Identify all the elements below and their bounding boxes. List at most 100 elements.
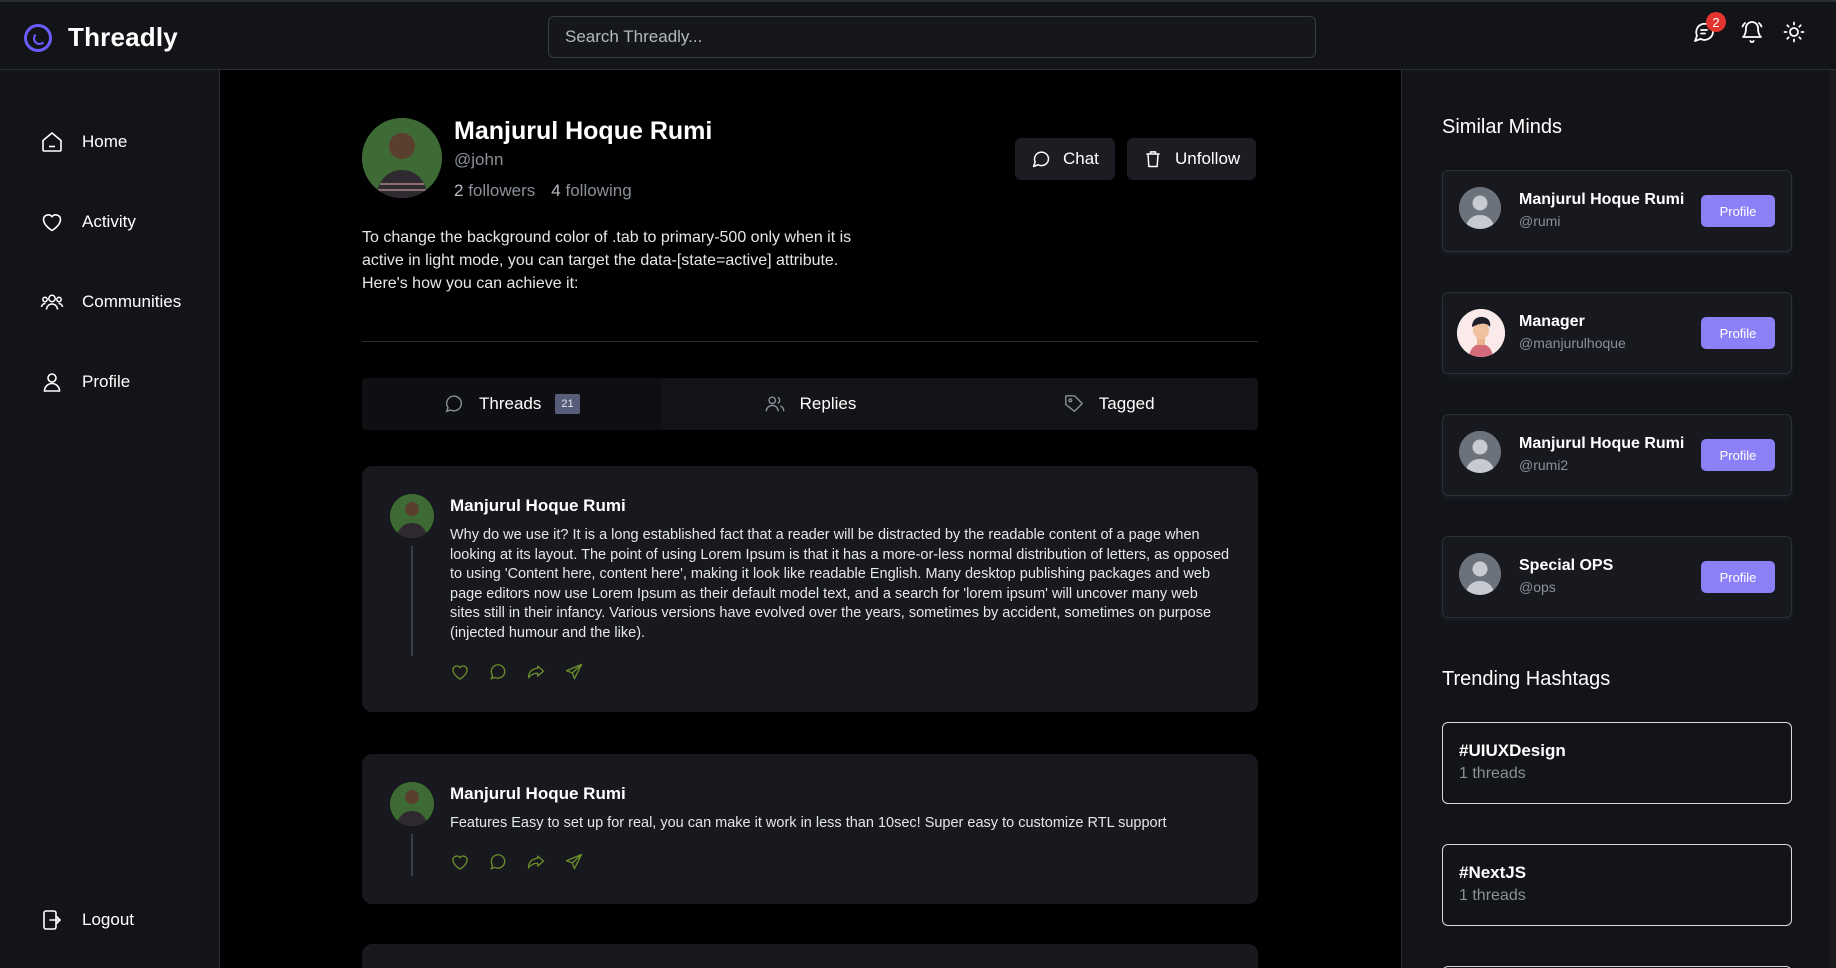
- top-icons: 2: [1692, 12, 1806, 44]
- logout-label: Logout: [82, 910, 134, 929]
- thread-author-avatar[interactable]: [390, 494, 434, 538]
- left-sidebar: Home Activity Communities Profile Logout: [0, 70, 220, 968]
- thread-icon: [445, 395, 463, 413]
- hashtag-name: #NextJS: [1459, 863, 1527, 882]
- heart-icon: [42, 214, 62, 232]
- similar-minds-title: Similar Minds: [1442, 116, 1563, 138]
- user-name: Manjurul Hoque Rumi: [1519, 191, 1685, 208]
- threads-count-badge: 21: [555, 394, 580, 414]
- nav-item-communities[interactable]: Communities: [40, 290, 181, 314]
- nav-item-label: Communities: [82, 292, 182, 311]
- thread-line: [411, 834, 413, 876]
- profile-avatar: [362, 118, 442, 198]
- reply-icon[interactable]: [488, 852, 508, 872]
- user-name: Special OPS: [1519, 557, 1614, 574]
- thread-author[interactable]: Manjurul Hoque Rumi: [450, 496, 626, 516]
- view-profile-button[interactable]: Profile: [1701, 561, 1775, 593]
- thread-actions: [450, 662, 584, 682]
- profile-stats: 2 followers 4 following: [454, 181, 632, 201]
- thread-author-avatar[interactable]: [390, 782, 434, 826]
- followers-label: followers: [468, 181, 536, 200]
- view-profile-button[interactable]: Profile: [1701, 195, 1775, 227]
- thread-text: Why do we use it? It is a long establish…: [450, 527, 1230, 641]
- right-sidebar: Similar Minds Manjurul Hoque Rumi @rumi …: [1401, 70, 1836, 968]
- thread-card[interactable]: Manjurul Hoque Rumi Features Easy to set…: [362, 754, 1258, 904]
- profile-name: Manjurul Hoque Rumi: [454, 117, 713, 145]
- logout-icon: [43, 910, 61, 930]
- nav-item-home[interactable]: Home: [40, 130, 127, 154]
- scrollbar[interactable]: [1830, 70, 1836, 968]
- user-name: Manjurul Hoque Rumi: [1519, 435, 1685, 452]
- user-handle: @rumi: [1519, 213, 1561, 229]
- repost-icon[interactable]: [526, 852, 546, 872]
- default-avatar-icon: [1459, 431, 1501, 473]
- brand[interactable]: Threadly: [24, 22, 178, 53]
- following-stat[interactable]: 4 following: [551, 181, 631, 201]
- divider: [362, 341, 1258, 342]
- logout-button[interactable]: Logout: [40, 908, 134, 932]
- user-handle: @manjurulhoque: [1519, 335, 1626, 351]
- chat-button[interactable]: Chat: [1015, 138, 1115, 180]
- thread-text: Features Easy to set up for real, you ca…: [450, 815, 1167, 831]
- user-handle: @ops: [1519, 579, 1556, 595]
- profile-handle: @john: [454, 150, 504, 169]
- following-count: 4: [551, 181, 561, 200]
- user-name: Manager: [1519, 313, 1585, 330]
- search-input[interactable]: [548, 16, 1316, 58]
- tag-icon: [1064, 395, 1083, 413]
- followers-stat[interactable]: 2 followers: [454, 181, 535, 201]
- user-card: Manjurul Hoque Rumi @rumi2 Profile: [1442, 414, 1792, 496]
- like-icon[interactable]: [450, 852, 470, 872]
- thread-card[interactable]: Manjurul Hoque Rumi Why do we use it? It…: [362, 466, 1258, 712]
- nav-item-label: Activity: [82, 212, 136, 231]
- nav-item-label: Profile: [82, 372, 131, 391]
- reply-icon[interactable]: [488, 662, 508, 682]
- nav-item-profile[interactable]: Profile: [40, 370, 130, 394]
- theme-toggle-button[interactable]: [1782, 20, 1806, 44]
- thread-line: [411, 546, 413, 656]
- user-card: Manager @manjurulhoque Profile: [1442, 292, 1792, 374]
- trash-icon: [1146, 151, 1160, 168]
- like-icon[interactable]: [450, 662, 470, 682]
- profile-photo: [362, 118, 442, 198]
- bell-icon: [1741, 21, 1763, 43]
- notifications-button[interactable]: [1740, 20, 1764, 44]
- default-avatar-icon: [1459, 187, 1501, 229]
- home-icon: [42, 132, 62, 152]
- message-count-badge: 2: [1706, 12, 1726, 32]
- unfollow-button[interactable]: Unfollow: [1127, 138, 1257, 180]
- users-icon: [765, 396, 785, 412]
- user-card: Special OPS @ops Profile: [1442, 536, 1792, 618]
- view-profile-button[interactable]: Profile: [1701, 439, 1775, 471]
- share-icon[interactable]: [564, 852, 584, 872]
- messages-button[interactable]: 2: [1692, 12, 1726, 44]
- tab-threads[interactable]: Threads 21: [362, 378, 661, 430]
- author-photo: [390, 494, 434, 538]
- hashtag-card[interactable]: #NextJS 1 threads: [1442, 844, 1792, 926]
- cartoon-avatar: [1457, 309, 1505, 357]
- default-avatar-icon: [1459, 553, 1501, 595]
- hashtag-count: 1 threads: [1459, 887, 1526, 904]
- hashtag-count: 1 threads: [1459, 765, 1526, 782]
- user-handle: @rumi2: [1519, 457, 1569, 473]
- tab-tagged[interactable]: Tagged: [959, 378, 1258, 430]
- profile-tabs: Threads 21 Replies Tagged: [362, 378, 1258, 430]
- thread-author[interactable]: Manjurul Hoque Rumi: [450, 784, 626, 804]
- user-icon: [43, 373, 61, 392]
- followers-count: 2: [454, 181, 464, 200]
- top-bar: Threadly 2: [0, 0, 1836, 70]
- thread-card[interactable]: [362, 944, 1258, 968]
- share-icon[interactable]: [564, 662, 584, 682]
- tab-replies[interactable]: Replies: [661, 378, 960, 430]
- following-label: following: [565, 181, 632, 200]
- hashtag-card[interactable]: #UIUXDesign 1 threads: [1442, 722, 1792, 804]
- hashtag-name: #UIUXDesign: [1459, 741, 1566, 760]
- chat-label: Chat: [1063, 149, 1099, 168]
- view-profile-button[interactable]: Profile: [1701, 317, 1775, 349]
- brand-name: Threadly: [68, 22, 178, 52]
- nav-item-activity[interactable]: Activity: [40, 210, 136, 234]
- repost-icon[interactable]: [526, 662, 546, 682]
- trending-hashtags-title: Trending Hashtags: [1442, 668, 1611, 690]
- nav-item-label: Home: [82, 132, 128, 151]
- thread-actions: [450, 852, 584, 872]
